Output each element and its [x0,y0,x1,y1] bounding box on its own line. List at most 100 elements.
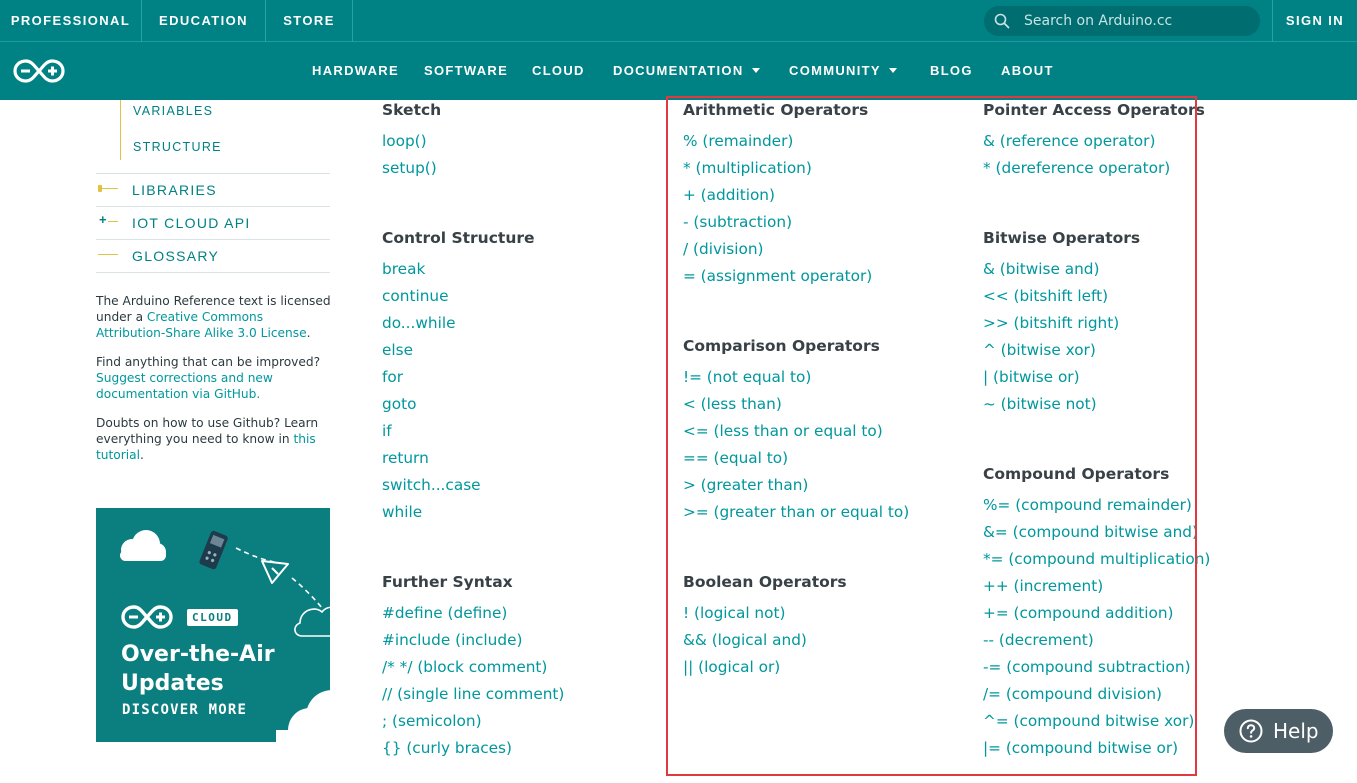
link-list: #define (define) #include (include) /* *… [382,602,564,764]
reference-link[interactable]: & (bitwise and) [983,258,1140,285]
store-link[interactable]: STORE [266,0,352,42]
reference-link[interactable]: while [382,501,535,528]
reference-link[interactable]: /= (compound division) [983,683,1210,710]
reference-link[interactable]: | (bitwise or) [983,366,1140,393]
reference-link[interactable]: ^ (bitwise xor) [983,339,1140,366]
cloud-icon [120,530,166,561]
reference-link[interactable]: * (dereference operator) [983,157,1205,184]
sidebar-subitem-structure[interactable]: STRUCTURE [133,140,222,154]
reference-link[interactable]: #include (include) [382,629,564,656]
arduino-logo-icon [121,605,173,629]
reference-link[interactable]: ; (semicolon) [382,710,564,737]
section-sketch: Sketch loop() setup() [382,100,441,184]
sidebar-subitem-variables[interactable]: VARIABLES [133,104,213,118]
nav-cloud[interactable]: CLOUD [532,42,585,100]
reference-link[interactable]: // (single line comment) [382,683,564,710]
reference-link[interactable]: switch...case [382,474,535,501]
reference-link[interactable]: for [382,366,535,393]
reference-link[interactable]: << (bitshift left) [983,285,1140,312]
reference-link[interactable]: * (multiplication) [683,157,872,184]
arduino-logo-icon[interactable] [13,58,65,84]
section-arithmetic-operators: Arithmetic Operators % (remainder) * (mu… [683,100,872,292]
reference-link[interactable]: {} (curly braces) [382,737,564,764]
nav-about[interactable]: ABOUT [1001,42,1054,100]
section-comparison-operators: Comparison Operators != (not equal to) <… [683,336,909,528]
reference-link[interactable]: else [382,339,535,366]
section-title: Pointer Access Operators [983,101,1205,119]
reference-link[interactable]: % (remainder) [683,130,872,157]
top-bar: PROFESSIONAL EDUCATION STORE SIGN IN [0,0,1357,42]
reference-link[interactable]: ^= (compound bitwise xor) [983,710,1210,737]
tree-connector [108,221,118,222]
help-button[interactable]: Help [1224,709,1333,753]
section-title: Arithmetic Operators [683,101,869,119]
nav-software[interactable]: SOFTWARE [424,42,508,100]
reference-link[interactable]: = (assignment operator) [683,265,872,292]
section-title: Compound Operators [983,465,1170,483]
reference-link[interactable]: return [382,447,535,474]
section-title: Boolean Operators [683,573,847,591]
reference-link[interactable]: + (addition) [683,184,872,211]
reference-link[interactable]: != (not equal to) [683,366,909,393]
discover-more-link[interactable]: DISCOVER MORE [122,702,247,718]
link-list: break continue do...while else for goto … [382,258,535,528]
reference-link[interactable]: continue [382,285,535,312]
reference-link[interactable]: &= (compound bitwise and) [983,521,1210,548]
promo-title: Over-the-Air Updates [121,640,321,698]
reference-link[interactable]: %= (compound remainder) [983,494,1210,521]
search-box[interactable] [984,6,1260,36]
nav-community[interactable]: COMMUNITY [789,42,897,100]
nav-hardware[interactable]: HARDWARE [312,42,399,100]
nav-documentation-label: DOCUMENTATION [613,63,744,78]
nav-blog[interactable]: BLOG [930,42,973,100]
reference-link[interactable]: break [382,258,535,285]
reference-link[interactable]: *= (compound multiplication) [983,548,1210,575]
reference-link[interactable]: == (equal to) [683,447,909,474]
suggest-corrections-link[interactable]: Suggest corrections and new documentatio… [96,371,273,401]
reference-link[interactable]: <= (less than or equal to) [683,420,909,447]
search-input[interactable] [1024,6,1244,36]
reference-link[interactable]: if [382,420,535,447]
reference-link[interactable]: #define (define) [382,602,564,629]
reference-link[interactable]: - (subtraction) [683,211,872,238]
link-list: & (bitwise and) << (bitshift left) >> (b… [983,258,1140,420]
education-link[interactable]: EDUCATION [142,0,265,42]
sidebar-item-libraries[interactable]: LIBRARIES [96,173,330,206]
reference-link[interactable]: & (reference operator) [983,130,1205,157]
reference-link[interactable]: /* */ (block comment) [382,656,564,683]
reference-link[interactable]: -= (compound subtraction) [983,656,1210,683]
reference-link[interactable]: |= (compound bitwise or) [983,737,1210,764]
reference-link[interactable]: > (greater than) [683,474,909,501]
reference-link[interactable]: goto [382,393,535,420]
professional-link[interactable]: PROFESSIONAL [0,0,141,42]
link-list: ! (logical not) && (logical and) || (log… [683,602,847,683]
cloud-icon [294,606,330,637]
section-title: Comparison Operators [683,337,880,355]
reference-link[interactable]: += (compound addition) [983,602,1210,629]
reference-link[interactable]: setup() [382,157,441,184]
reference-link[interactable]: || (logical or) [683,656,847,683]
reference-link[interactable]: ! (logical not) [683,602,847,629]
sidebar-item-glossary[interactable]: GLOSSARY [96,239,330,272]
reference-link[interactable]: >> (bitshift right) [983,312,1140,339]
section-title: Bitwise Operators [983,229,1141,247]
reference-link[interactable]: loop() [382,130,441,157]
sign-in-link[interactable]: SIGN IN [1273,0,1357,42]
reference-link[interactable]: && (logical and) [683,629,847,656]
reference-link[interactable]: >= (greater than or equal to) [683,501,909,528]
nav-documentation[interactable]: DOCUMENTATION [613,42,760,100]
section-pointer-access-operators: Pointer Access Operators & (reference op… [983,100,1205,184]
reference-link[interactable]: do...while [382,312,535,339]
reference-link[interactable]: ~ (bitwise not) [983,393,1140,420]
github-help-text-part: Doubts on how to use Github? Learn every… [96,416,319,446]
board-icon [199,530,228,570]
reference-link[interactable]: ++ (increment) [983,575,1210,602]
reference-link[interactable]: -- (decrement) [983,629,1210,656]
sidebar-subtree-line [120,100,121,160]
reference-link[interactable]: / (division) [683,238,872,265]
reference-link[interactable]: < (less than) [683,393,909,420]
cloud-tag: CLOUD [187,609,238,626]
sidebar-item-iot-cloud-api[interactable]: + IOT CLOUD API [96,206,330,239]
promo-title-line: Over-the-Air [121,642,275,667]
cloud-ota-promo-banner[interactable]: CLOUD Over-the-Air Updates DISCOVER MORE [96,508,330,742]
